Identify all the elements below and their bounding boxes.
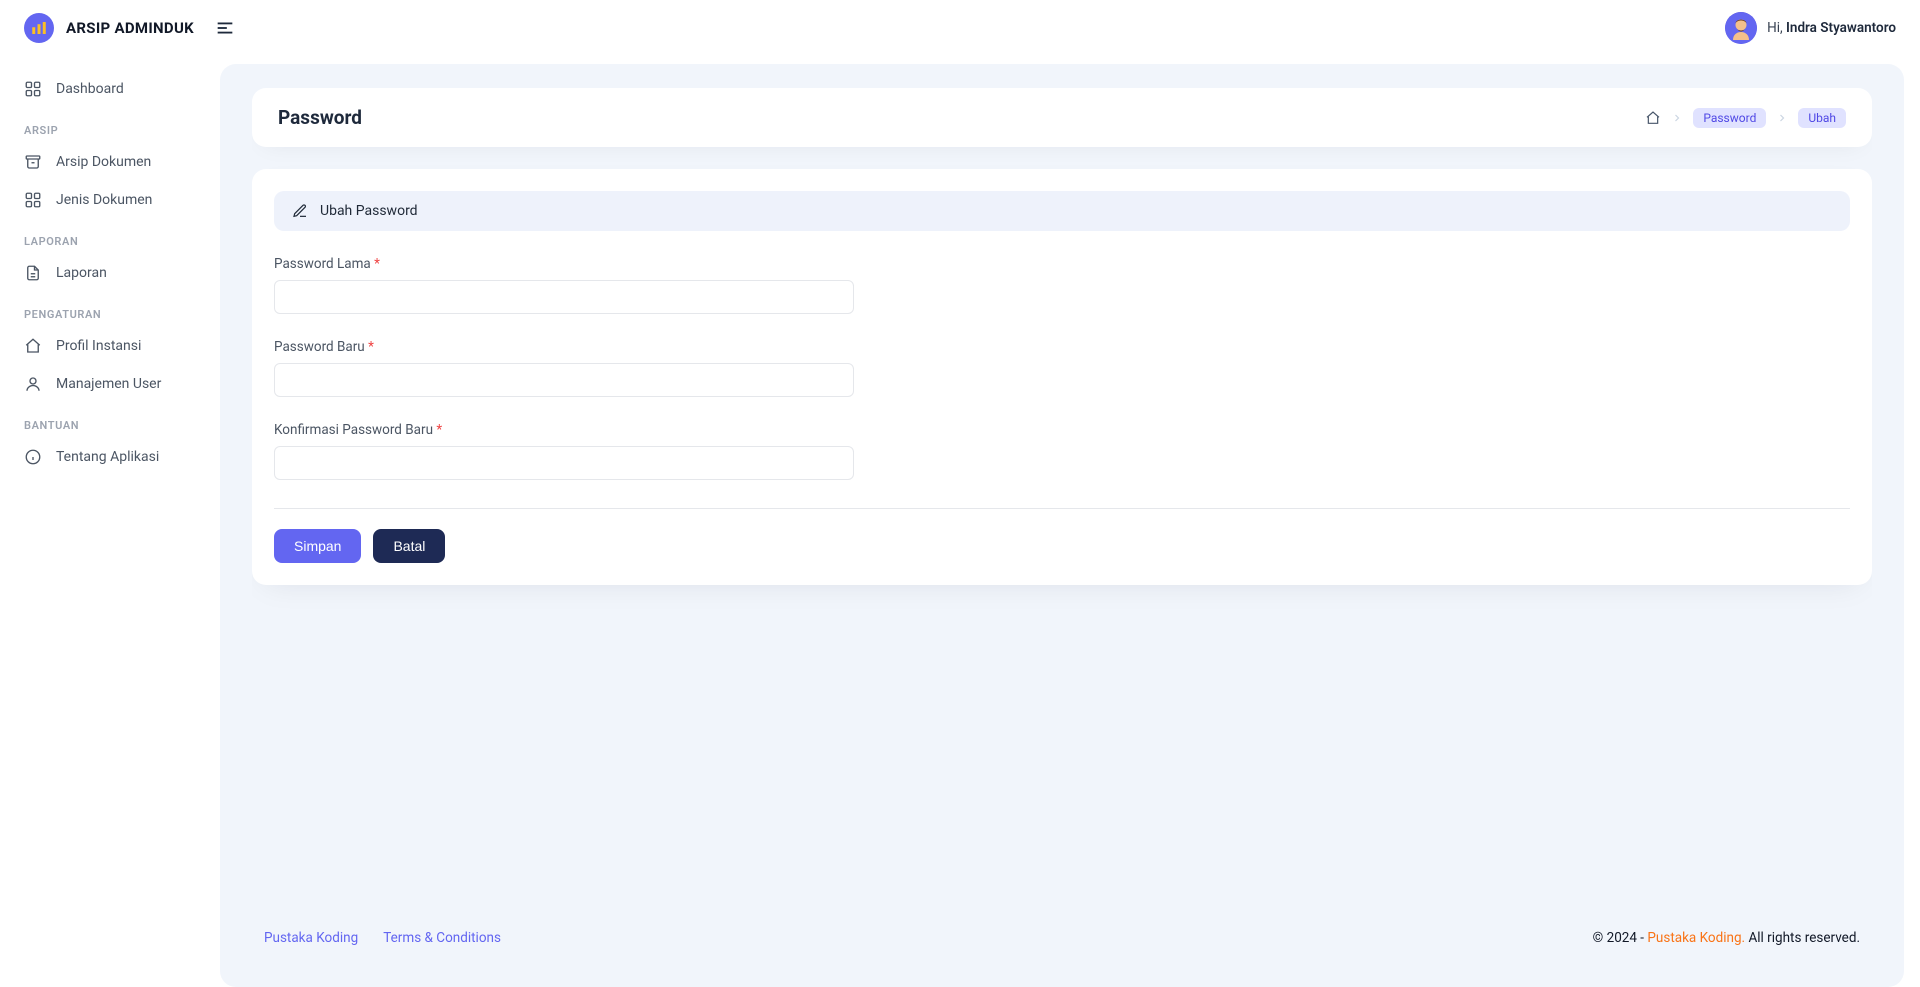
sidebar: Dashboard ARSIP Arsip Dokumen Jenis Doku… [0,56,220,987]
cancel-button[interactable]: Batal [373,529,445,563]
brand-title[interactable]: ARSIP ADMINDUK [66,19,194,37]
password-form-card: Ubah Password Password Lama * Password B… [252,169,1872,585]
user-menu[interactable]: Hi, Indra Styawantoro [1725,12,1896,44]
sidebar-item-arsip-dokumen[interactable]: Arsip Dokumen [10,143,210,181]
greeting-prefix: Hi, [1767,20,1786,36]
breadcrumb-level-1[interactable]: Password [1693,108,1766,128]
info-icon [24,448,42,466]
archive-icon [24,153,42,171]
sidebar-item-tentang-aplikasi[interactable]: Tentang Aplikasi [10,438,210,476]
sidebar-item-label: Manajemen User [56,376,161,392]
required-mark: * [368,339,374,355]
sidebar-item-label: Tentang Aplikasi [56,449,159,465]
breadcrumb-home[interactable] [1645,110,1661,126]
sidebar-section-pengaturan: PENGATURAN [10,292,210,327]
confirm-password-label: Konfirmasi Password Baru * [274,422,442,438]
grid-icon [24,191,42,209]
user-icon [24,375,42,393]
old-password-label: Password Lama * [274,256,380,272]
required-mark: * [374,256,380,272]
brand-logo[interactable] [24,13,54,43]
chevron-right-icon [1776,112,1788,124]
sidebar-item-label: Profil Instansi [56,338,141,354]
old-password-input[interactable] [274,280,854,314]
footer-link-pustaka-koding[interactable]: Pustaka Koding [264,930,358,946]
sidebar-item-dashboard[interactable]: Dashboard [10,70,210,108]
copyright-suffix: All rights reserved. [1745,930,1860,946]
home-icon [1645,110,1661,126]
report-icon [24,264,42,282]
greeting-username: Indra Styawantoro [1786,20,1896,36]
label-text: Konfirmasi Password Baru [274,422,436,438]
sidebar-item-laporan[interactable]: Laporan [10,254,210,292]
sidebar-item-label: Dashboard [56,81,124,97]
sidebar-item-label: Laporan [56,265,107,281]
required-mark: * [436,422,442,438]
menu-toggle-button[interactable] [214,17,236,39]
save-button[interactable]: Simpan [274,529,361,563]
footer-link-terms[interactable]: Terms & Conditions [383,930,501,946]
sidebar-item-jenis-dokumen[interactable]: Jenis Dokumen [10,181,210,219]
sidebar-section-laporan: LAPORAN [10,219,210,254]
archive-logo-icon [30,19,48,37]
sidebar-section-arsip: ARSIP [10,108,210,143]
copyright-brand[interactable]: Pustaka Koding. [1647,930,1745,946]
sidebar-item-profil-instansi[interactable]: Profil Instansi [10,327,210,365]
breadcrumb-level-2[interactable]: Ubah [1798,108,1846,128]
card-subheader: Ubah Password [274,191,1850,231]
new-password-label: Password Baru * [274,339,374,355]
avatar-icon [1725,12,1757,44]
new-password-input[interactable] [274,363,854,397]
chevron-right-icon [1671,112,1683,124]
home-icon [24,337,42,355]
sidebar-section-bantuan: BANTUAN [10,403,210,438]
breadcrumb: Password Ubah [1645,108,1846,128]
avatar [1725,12,1757,44]
sidebar-item-manajemen-user[interactable]: Manajemen User [10,365,210,403]
page-header: Password Password Ubah [252,88,1872,147]
label-text: Password Baru [274,339,368,355]
page-title: Password [278,106,362,129]
greeting-text: Hi, Indra Styawantoro [1767,20,1896,36]
dashboard-icon [24,80,42,98]
menu-toggle-icon [214,17,236,39]
sidebar-item-label: Arsip Dokumen [56,154,151,170]
divider [274,508,1850,509]
confirm-password-input[interactable] [274,446,854,480]
footer: Pustaka Koding Terms & Conditions © 2024… [252,913,1872,963]
label-text: Password Lama [274,256,374,272]
card-subheader-text: Ubah Password [320,203,418,219]
footer-copyright: © 2024 - Pustaka Koding. All rights rese… [1593,930,1860,946]
sidebar-item-label: Jenis Dokumen [56,192,152,208]
copyright-prefix: © 2024 - [1593,930,1648,946]
edit-icon [292,203,308,219]
